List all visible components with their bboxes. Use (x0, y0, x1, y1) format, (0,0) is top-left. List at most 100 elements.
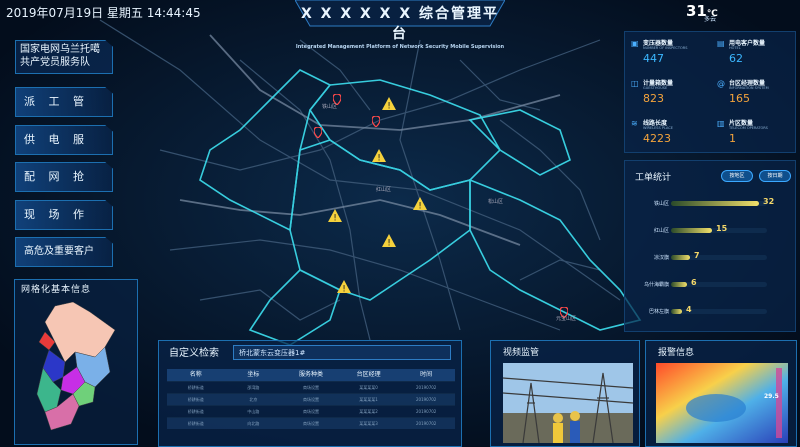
menu-repair[interactable]: 配 网 抢 修 (15, 162, 113, 192)
page-title: X X X X X X 综合管理平台 (300, 6, 499, 42)
alarm-panel: 报警信息 29.5 (645, 340, 797, 447)
stat-value: 62 (729, 52, 743, 65)
menu-power-service[interactable]: 供 电 服 务 (15, 125, 113, 155)
stat-item: ◫ 计量箱数量 GUESTHOUSE 823 (629, 75, 711, 113)
weather-desc: 多云 (704, 16, 717, 23)
bar-label: 乌什海霸旗 (643, 282, 669, 288)
page-subtitle: Integrated Management Platform of Networ… (295, 44, 505, 50)
table-row[interactable]: 桥耕街道 邵湾路 商场设置 某某某某0 20190702 (167, 381, 455, 393)
alarm-temperature: 29.5 (764, 393, 779, 400)
search-panel: 自定义检索 名称 坐标 服务种类 台区经理 时间 桥耕街道邵湾路商场设置某某某某… (158, 340, 462, 447)
bar-label: 铁山区 (653, 201, 669, 207)
bar-value: 6 (691, 278, 697, 287)
customer-icon: ▤ (717, 39, 725, 48)
area-icon: ▥ (717, 119, 725, 128)
table-cell: 20190702 (415, 385, 437, 390)
table-cell: 商场设置 (302, 397, 319, 402)
grid-info-title: 网格化基本信息 (21, 285, 92, 295)
table-cell: 20190702 (415, 397, 437, 402)
menu-dispatch[interactable]: 派 工 管 理 (15, 87, 113, 117)
table-row[interactable]: 桥耕街道 北京 商场设置 某某某某1 20190702 (167, 393, 455, 405)
search-input[interactable] (233, 345, 451, 360)
bar-value: 32 (763, 197, 775, 206)
thermal-image[interactable] (656, 363, 788, 443)
map-label: 铁山区 (322, 104, 338, 110)
column-header[interactable]: 时间 (397, 369, 455, 381)
warning-icon[interactable]: ! (372, 147, 386, 166)
svg-text:!: ! (342, 285, 346, 294)
table-body: 桥耕街道 邵湾路 商场设置 某某某某0 20190702 桥耕街道 北京 商场设置 某某某某1 2… (167, 381, 455, 429)
results-table: 名称 坐标 服务种类 台区经理 时间 桥耕街道 邵湾路 商场设置 某某某某0 20190… (167, 369, 455, 429)
bar-fill (671, 309, 682, 314)
table-cell: 20190702 (415, 421, 437, 426)
svg-text:!: ! (333, 214, 337, 223)
org-name: 国家电网乌兰托噶 共产党员服务队 (15, 40, 113, 74)
work-order-bar[interactable]: 乌什海霸旗 6 (625, 278, 795, 292)
line-icon: ≋ (631, 119, 638, 128)
by-date-button[interactable]: 按日期 (759, 170, 791, 182)
bar-label: 红山区 (653, 228, 669, 234)
warning-icon[interactable]: ! (413, 195, 427, 214)
warning-icon[interactable]: ! (328, 207, 342, 226)
column-header[interactable]: 名称 (167, 369, 225, 381)
stat-item: ≋ 线路长度 WIRELESS PLACE 4223 (629, 115, 711, 153)
table-row[interactable]: 桥耕街道 向北路 商场设置 某某某某3 20190702 (167, 417, 455, 429)
stat-item: @ 台区经理数量 INFORMATION SYSTEM 165 (715, 75, 797, 113)
map-label: 松山区 (488, 199, 504, 205)
table-cell: 20190702 (415, 409, 437, 414)
column-header[interactable]: 坐标 (225, 369, 283, 381)
location-pin-icon[interactable] (371, 112, 381, 131)
warning-icon[interactable]: ! (382, 95, 396, 114)
stat-value: 165 (729, 92, 750, 105)
bar-value: 7 (694, 251, 700, 260)
stat-value: 4223 (643, 132, 671, 145)
stat-value: 1 (729, 132, 736, 145)
warning-icon[interactable]: ! (382, 232, 396, 251)
work-order-title: 工单统计 (635, 173, 672, 183)
table-cell: 桥耕街道 (187, 421, 204, 426)
map-label: 元宝山区 (556, 316, 577, 322)
title-banner: X X X X X X 综合管理平台 Integrated Management… (295, 0, 505, 50)
grid-map[interactable] (35, 302, 125, 437)
bar-fill (671, 201, 759, 206)
table-cell: 某某某某0 (359, 385, 378, 390)
svg-text:!: ! (387, 239, 391, 248)
meter-icon: ◫ (631, 79, 639, 88)
table-cell: 某某某某1 (359, 397, 378, 402)
work-order-bar[interactable]: 巴林左旗 4 (625, 305, 795, 319)
bar-label: 凉汉旗 (653, 255, 669, 261)
table-header: 名称 坐标 服务种类 台区经理 时间 (167, 369, 455, 381)
table-cell: 邵湾路 (247, 385, 260, 390)
work-order-bar[interactable]: 红山区 15 (625, 224, 795, 238)
table-cell: 桥耕街道 (187, 397, 204, 402)
video-panel: 视频监管 (490, 340, 640, 447)
table-cell: 向北路 (247, 421, 260, 426)
svg-text:!: ! (377, 154, 381, 163)
menu-key-customers[interactable]: 高危及重要客户 (15, 237, 113, 267)
bar-fill (671, 282, 687, 287)
stat-label-en: INFORMATION SYSTEM (729, 86, 769, 90)
table-cell: 桥耕街道 (187, 385, 204, 390)
bar-fill (671, 228, 712, 233)
transformer-icon: ▣ (631, 39, 639, 48)
column-header[interactable]: 台区经理 (340, 369, 398, 381)
table-cell: 商场设置 (302, 385, 319, 390)
bar-value: 4 (686, 305, 692, 314)
warning-icon[interactable]: ! (337, 278, 351, 297)
video-feed[interactable] (503, 363, 633, 443)
stat-item: ▣ 变压器数量 NUMBER OF INSPECTORS 447 (629, 35, 711, 73)
svg-text:!: ! (418, 202, 422, 211)
menu-field-work[interactable]: 现 场 作 业 (15, 200, 113, 230)
stat-item: ▥ 片区数量 TELECOM OPERATORS 1 (715, 115, 797, 153)
bar-fill (671, 255, 690, 260)
table-row[interactable]: 桥耕街道 中山路 商场设置 某某某某2 20190702 (167, 405, 455, 417)
table-cell: 某某某某3 (359, 421, 378, 426)
work-order-bar[interactable]: 铁山区 32 (625, 197, 795, 211)
by-region-button[interactable]: 按地区 (721, 170, 753, 182)
grid-info-panel: 网格化基本信息 (14, 279, 138, 445)
column-header[interactable]: 服务种类 (282, 369, 340, 381)
table-cell: 北京 (249, 397, 258, 402)
work-order-bar[interactable]: 凉汉旗 7 (625, 251, 795, 265)
location-pin-icon[interactable] (313, 123, 323, 142)
stat-item: ▤ 用电客户数量 HOTEL 62 (715, 35, 797, 73)
